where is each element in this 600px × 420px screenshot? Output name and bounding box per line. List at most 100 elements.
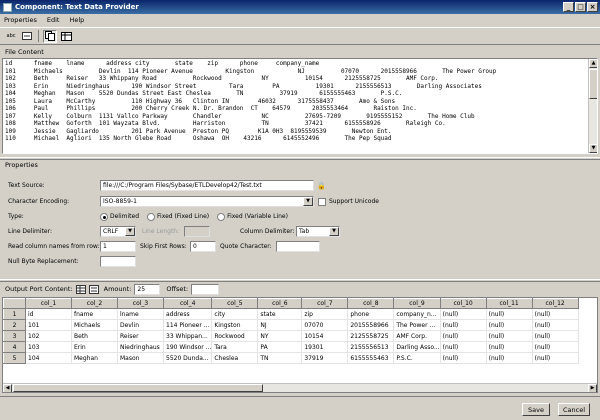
maximize-icon[interactable]: □ xyxy=(575,2,586,12)
table-cell[interactable]: 104 xyxy=(25,352,72,364)
table-cell[interactable]: zip xyxy=(301,308,349,320)
offset-field[interactable] xyxy=(191,283,220,295)
table-cell[interactable]: (null) xyxy=(440,319,487,331)
table-cell[interactable]: 114 Pioneer ... xyxy=(163,319,213,331)
scroll-thumb[interactable] xyxy=(589,69,597,99)
table-cell[interactable]: 2125558725 xyxy=(347,330,395,342)
line-delimiter-select[interactable]: CRLF ▼ xyxy=(100,226,136,237)
column-header[interactable]: col_5 xyxy=(211,298,259,309)
table-cell[interactable]: 101 xyxy=(25,319,72,331)
table-cell[interactable]: Niedringhaus xyxy=(117,341,164,353)
table-cell[interactable]: Beth xyxy=(71,330,118,342)
table-cell[interactable]: (null) xyxy=(440,330,487,342)
amount-field[interactable]: 25 xyxy=(134,283,161,295)
table-cell[interactable]: (null) xyxy=(532,319,579,331)
type-variable-line-radio[interactable] xyxy=(217,212,226,221)
table-cell[interactable]: city xyxy=(211,308,259,320)
column-header[interactable]: col_9 xyxy=(393,298,441,309)
scroll-left-icon[interactable]: ◀ xyxy=(3,384,12,392)
table-cell[interactable]: Mason xyxy=(117,352,164,364)
file-content-panel[interactable]: id fname lname address city state zip ph… xyxy=(2,58,598,154)
table-cell[interactable]: Devlin xyxy=(117,319,164,331)
table-cell[interactable]: (null) xyxy=(486,308,533,320)
column-header[interactable]: col_11 xyxy=(485,298,533,309)
table-button[interactable] xyxy=(59,30,73,43)
table-cell[interactable]: 6155555463 xyxy=(347,352,395,364)
table-row[interactable]: 1 id fname lname address city state zip phone com… xyxy=(3,308,579,320)
table-cell[interactable]: 190 Windsor ... xyxy=(163,341,213,353)
table-cell[interactable]: (null) xyxy=(486,319,533,331)
column-header[interactable]: col_6 xyxy=(257,298,303,309)
support-unicode-checkbox[interactable] xyxy=(318,197,326,206)
table-cell[interactable]: Reiser xyxy=(117,330,164,342)
table-cell[interactable]: (null) xyxy=(532,341,579,353)
null-byte-field[interactable] xyxy=(100,256,136,267)
menu-help[interactable]: Help xyxy=(69,16,84,24)
table-cell[interactable]: (null) xyxy=(532,352,579,364)
table-row[interactable]: 4 103 Erin Niedringhaus 190 Windsor ... Tara P… xyxy=(3,341,579,353)
table-cell[interactable]: AMF Corp. xyxy=(393,330,441,342)
column-header[interactable]: col_1 xyxy=(25,298,72,309)
table-cell[interactable]: (null) xyxy=(532,308,579,320)
lock-icon[interactable]: 🔒 xyxy=(317,182,326,190)
column-header[interactable]: col_4 xyxy=(162,298,213,309)
table-cell[interactable]: (null) xyxy=(486,341,533,353)
row-number[interactable]: 1 xyxy=(3,308,26,320)
table-cell[interactable]: Cheslea xyxy=(211,352,259,364)
copy-button[interactable] xyxy=(43,29,57,43)
minimize-icon[interactable]: _ xyxy=(563,2,574,12)
splitter-handle[interactable] xyxy=(0,157,600,160)
table-cell[interactable]: 5520 Dunda... xyxy=(163,352,213,364)
table-cell[interactable]: 10154 xyxy=(301,330,349,342)
table-cell[interactable]: fname xyxy=(71,308,118,320)
table-cell[interactable]: Darling Asso... xyxy=(393,341,441,353)
table-cell[interactable]: (null) xyxy=(486,330,533,342)
abc-button[interactable]: abc xyxy=(4,30,18,43)
table-cell[interactable]: P.S.C. xyxy=(393,352,441,364)
table-cell[interactable]: 19301 xyxy=(301,341,349,353)
table-row[interactable]: 5 104 Meghan Mason 5520 Dunda... Cheslea TN 379… xyxy=(3,352,579,364)
row-number[interactable]: 4 xyxy=(3,341,26,353)
cancel-button[interactable]: Cancel xyxy=(558,403,590,416)
encoding-select[interactable]: ISO-8859-1 ▼ xyxy=(100,196,314,207)
grid-hscroll[interactable]: ◀ ▶ xyxy=(3,383,597,392)
text-source-field[interactable]: file:///C:/Program Files/Sybase/ETLDevel… xyxy=(100,180,314,191)
table-cell[interactable]: 33 Whippan... xyxy=(163,330,213,342)
table-cell[interactable]: state xyxy=(257,308,303,320)
table-cell[interactable]: NY xyxy=(257,330,303,342)
file-content-vscroll[interactable]: ▲ ▼ xyxy=(588,59,597,153)
table-cell[interactable]: (null) xyxy=(440,352,487,364)
column-delimiter-select[interactable]: Tab ▼ xyxy=(296,226,340,237)
table-cell[interactable]: (null) xyxy=(532,330,579,342)
table-cell[interactable]: 103 xyxy=(25,341,72,353)
output-grid[interactable]: col_1 col_2 col_3 col_4 col_5 col_6 col_7 col_8… xyxy=(2,297,598,393)
table-cell[interactable]: (null) xyxy=(440,308,487,320)
grid-scroll-thumb[interactable] xyxy=(13,384,263,392)
table-cell[interactable]: address xyxy=(163,308,213,320)
table-cell[interactable]: Kingston xyxy=(211,319,259,331)
chevron-down-icon[interactable]: ▼ xyxy=(125,227,135,236)
skip-rows-field[interactable]: 0 xyxy=(190,241,216,252)
row-number[interactable]: 2 xyxy=(3,319,26,331)
table-cell[interactable]: id xyxy=(25,308,72,320)
table-row[interactable]: 3 102 Beth Reiser 33 Whippan... Rockwood NY 101… xyxy=(3,330,579,342)
close-icon[interactable]: × xyxy=(587,2,598,12)
quote-char-field[interactable] xyxy=(276,241,320,252)
table-cell[interactable]: phone xyxy=(347,308,395,320)
table-cell[interactable]: PA xyxy=(257,341,303,353)
scroll-up-icon[interactable]: ▲ xyxy=(589,59,597,68)
table-cell[interactable]: 2015558966 xyxy=(347,319,395,331)
menu-edit[interactable]: Edit xyxy=(47,16,60,24)
column-header[interactable]: col_12 xyxy=(531,298,579,309)
table-cell[interactable]: The Power ... xyxy=(393,319,441,331)
table-cell[interactable]: Meghan xyxy=(71,352,118,364)
table-cell[interactable]: 07070 xyxy=(301,319,349,331)
column-header[interactable]: col_7 xyxy=(301,298,349,309)
type-delimited-radio[interactable] xyxy=(100,212,108,221)
chevron-down-icon[interactable]: ▼ xyxy=(329,227,339,236)
table-cell[interactable]: (null) xyxy=(486,352,533,364)
menu-properties[interactable]: Properties xyxy=(4,16,37,24)
row-number[interactable]: 3 xyxy=(3,330,26,342)
save-button[interactable]: Save xyxy=(522,403,550,416)
chevron-down-icon[interactable]: ▼ xyxy=(303,197,313,206)
